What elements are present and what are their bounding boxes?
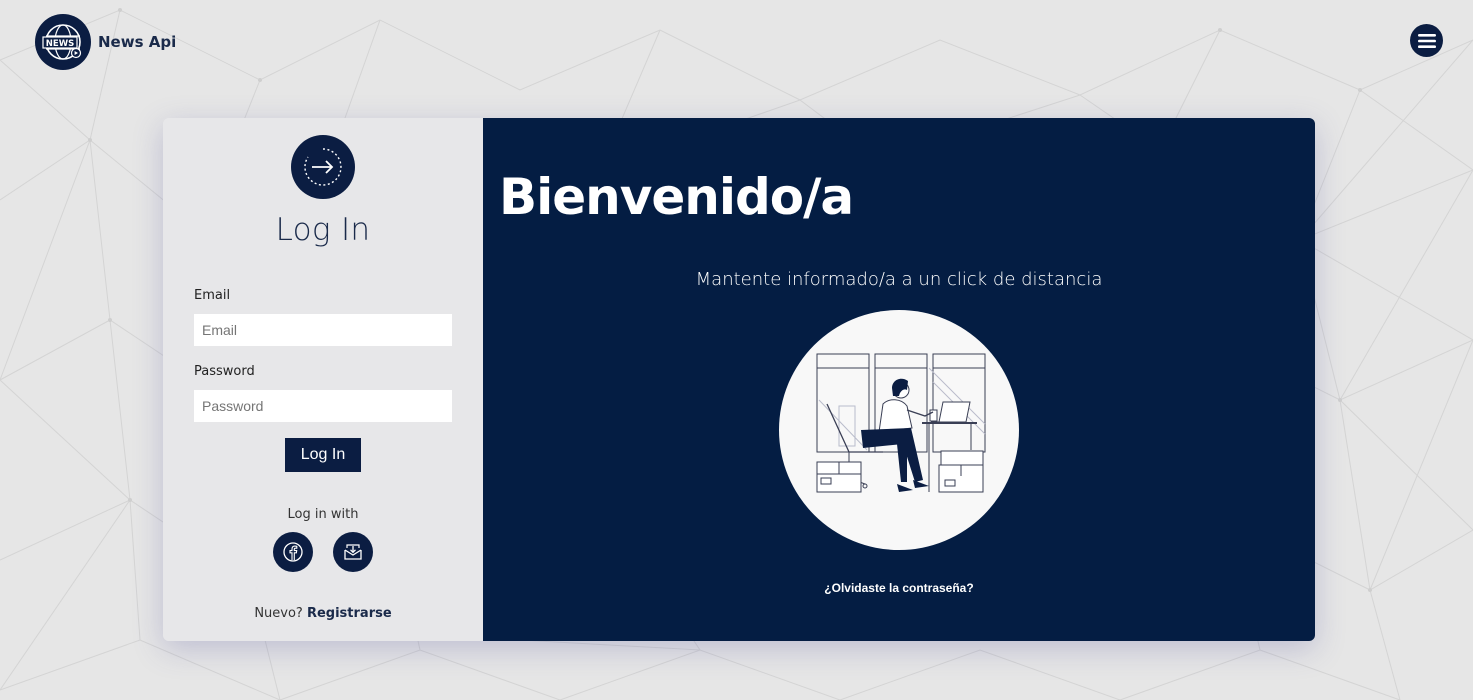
login-title: Log In <box>275 212 371 248</box>
brand-home-link[interactable]: NEWS News Api <box>35 14 176 70</box>
brand-name: News Api <box>98 33 177 51</box>
login-arrow-icon <box>291 135 355 199</box>
hamburger-menu-button[interactable] <box>1410 24 1443 57</box>
login-with-label: Log in with <box>287 507 359 522</box>
email-field[interactable] <box>194 314 452 346</box>
new-user-label: Nuevo? <box>254 606 303 621</box>
login-card: Log In Email Password Log In Log in with… <box>163 118 1315 641</box>
welcome-subtitle: Mantente informado/a a un click de dista… <box>695 269 1103 290</box>
signup-line: Nuevo? Registrarse <box>163 606 483 621</box>
office-worker-illustration <box>779 310 1019 550</box>
top-navbar: NEWS News Api <box>0 0 1473 90</box>
register-link[interactable]: Registrarse <box>307 606 392 621</box>
login-button[interactable]: Log In <box>285 438 361 472</box>
welcome-panel: Bienvenido/a Mantente informado/a a un c… <box>483 118 1315 641</box>
password-label: Password <box>194 364 255 379</box>
mail-download-icon <box>344 544 362 560</box>
email-login-button[interactable] <box>333 532 373 572</box>
hamburger-icon <box>1417 33 1436 48</box>
welcome-title: Bienvenido/a <box>499 168 854 226</box>
globe-news-logo-icon: NEWS <box>35 14 91 70</box>
password-field[interactable] <box>194 390 452 422</box>
logo-text: NEWS <box>46 39 74 49</box>
facebook-login-button[interactable] <box>273 532 313 572</box>
forgot-password-link[interactable]: ¿Olvidaste la contraseña? <box>483 581 1315 595</box>
login-panel: Log In Email Password Log In Log in with… <box>163 118 483 641</box>
facebook-icon <box>283 542 303 562</box>
email-label: Email <box>194 288 231 303</box>
